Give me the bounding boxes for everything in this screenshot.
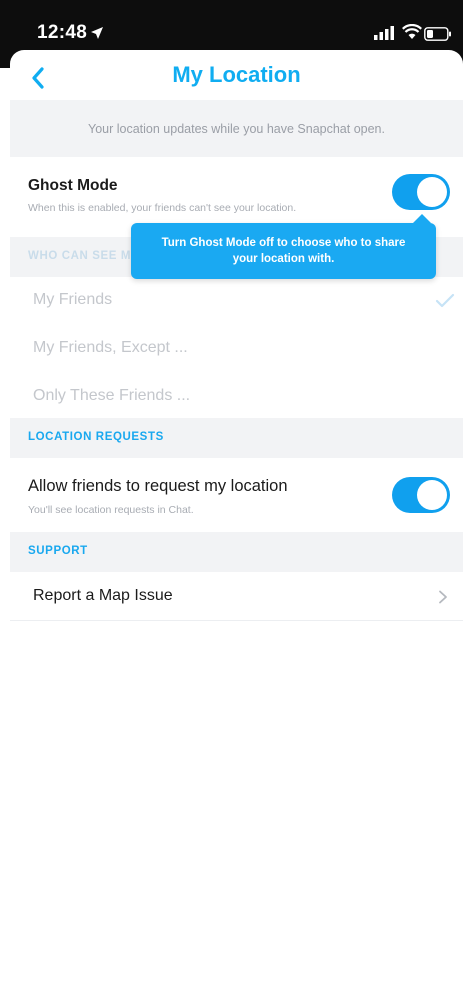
location-requests-toggle[interactable] bbox=[392, 477, 450, 513]
report-map-issue-row[interactable]: Report a Map Issue bbox=[10, 572, 463, 620]
status-time: 12:48 bbox=[37, 22, 88, 43]
signal-icon bbox=[374, 26, 394, 40]
option-label: My Friends, Except ... bbox=[33, 339, 188, 356]
ghost-mode-title: Ghost Mode bbox=[28, 177, 118, 194]
toggle-knob bbox=[417, 480, 447, 510]
location-arrow-icon bbox=[91, 27, 103, 39]
support-header-label: SUPPORT bbox=[28, 545, 88, 557]
info-banner: Your location updates while you have Sna… bbox=[10, 100, 463, 157]
ghost-mode-tooltip: Turn Ghost Mode off to choose who to sha… bbox=[131, 214, 436, 279]
location-requests-subtitle: You'll see location requests in Chat. bbox=[28, 504, 194, 516]
location-requests-header: LOCATION REQUESTS bbox=[10, 418, 463, 458]
option-my-friends[interactable]: My Friends bbox=[10, 277, 463, 326]
tooltip-line-2: your location with. bbox=[232, 253, 335, 265]
divider bbox=[10, 620, 463, 621]
option-label: My Friends bbox=[33, 291, 113, 308]
report-map-issue-label: Report a Map Issue bbox=[33, 587, 173, 604]
nav-bar: My Location bbox=[10, 50, 463, 102]
battery-icon bbox=[424, 27, 451, 41]
chevron-right-icon bbox=[439, 590, 447, 604]
tooltip-text: Turn Ghost Mode off to choose who to sha… bbox=[162, 235, 406, 267]
my-location-sheet: My Location Your location updates while … bbox=[10, 50, 463, 988]
tooltip-line-1: Turn Ghost Mode off to choose who to sha… bbox=[161, 237, 406, 249]
page-title: My Location bbox=[172, 62, 301, 87]
toggle-knob bbox=[417, 177, 447, 207]
wifi-icon bbox=[402, 24, 422, 39]
option-only-these-friends[interactable]: Only These Friends ... bbox=[10, 373, 463, 422]
ghost-mode-subtitle: When this is enabled, your friends can't… bbox=[28, 202, 297, 214]
ghost-mode-toggle[interactable] bbox=[392, 174, 450, 210]
checkmark-icon bbox=[435, 293, 455, 308]
location-requests-header-label: LOCATION REQUESTS bbox=[28, 431, 164, 443]
option-label: Only These Friends ... bbox=[33, 387, 191, 404]
tooltip-arrow bbox=[413, 214, 431, 223]
info-banner-text: Your location updates while you have Sna… bbox=[88, 121, 385, 136]
option-my-friends-except[interactable]: My Friends, Except ... bbox=[10, 325, 463, 374]
location-requests-title: Allow friends to request my location bbox=[28, 477, 288, 495]
support-header: SUPPORT bbox=[10, 532, 463, 572]
